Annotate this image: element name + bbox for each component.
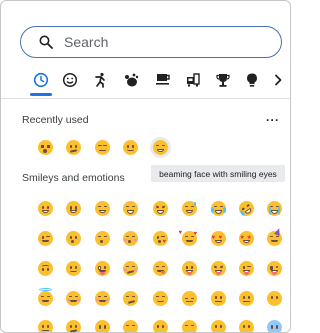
- emoji-beaming-face[interactable]: [121, 199, 139, 217]
- more-options-button[interactable]: ···: [266, 113, 280, 127]
- emoji-confused-face[interactable]: [64, 138, 82, 156]
- emoji-zany-face-2[interactable]: [265, 259, 283, 277]
- emoji-smirking-face[interactable]: [121, 289, 139, 307]
- emoji-tooltip: beaming face with smiling eyes: [151, 165, 285, 182]
- emoji-squinting-face-with-tongue[interactable]: [209, 259, 227, 277]
- emoji-neutral-face-2[interactable]: [237, 289, 255, 307]
- emoji-shushing-face[interactable]: [151, 318, 169, 332]
- emoji-face-with-tongue[interactable]: [180, 259, 198, 277]
- emoji-face-with-tears-of-joy[interactable]: [209, 199, 227, 217]
- emoji-grinning-face-with-big-eyes[interactable]: [64, 199, 82, 217]
- emoji-winking-face[interactable]: [36, 229, 54, 247]
- emoji-face-blowing-a-kiss[interactable]: ♥: [151, 229, 169, 247]
- emoji-smiling-face-with-hearts[interactable]: ♥ ♥: [179, 229, 198, 247]
- emoji-thinking-face[interactable]: [64, 318, 82, 332]
- emoji-pensive-face[interactable]: [180, 289, 198, 307]
- emoji-zany-face[interactable]: [93, 259, 111, 277]
- emoji-rolling-on-the-floor-laughing[interactable]: [235, 197, 257, 219]
- animal-icon[interactable]: [121, 70, 141, 90]
- emoji-grinning-squinting-face[interactable]: [151, 199, 169, 217]
- active-tab-indicator: [30, 93, 52, 96]
- vehicle-icon[interactable]: [183, 70, 203, 90]
- emoji-slightly-smiling-face[interactable]: [121, 138, 139, 156]
- emoji-woozy-face[interactable]: [121, 259, 139, 277]
- emoji-face-with-open-eyes-and-hand[interactable]: [93, 318, 111, 332]
- emoji-face-without-mouth[interactable]: [265, 289, 283, 307]
- emoji-face-savoring-food[interactable]: [151, 259, 169, 277]
- emoji-star-struck[interactable]: ★ ★: [237, 229, 255, 247]
- emoji-grinning-face-with-smiling-eyes[interactable]: [93, 199, 111, 217]
- chevron-right-icon[interactable]: [268, 70, 288, 90]
- emoji-smiling-face-with-smiling-eyes[interactable]: [64, 289, 82, 307]
- recently-used-title: Recently used: [22, 114, 89, 126]
- person-running-icon[interactable]: [91, 70, 111, 90]
- emoji-partying-face[interactable]: [265, 226, 283, 247]
- emoji-neutral-face[interactable]: [209, 289, 227, 307]
- emoji-zipper-mouth-face[interactable]: [237, 318, 255, 332]
- search-icon: [38, 34, 54, 50]
- emoji-kissing-face-with-smiling-eyes[interactable]: [93, 229, 111, 247]
- emoji-face-with-hand-over-mouth[interactable]: [121, 318, 139, 332]
- category-tabs: [1, 63, 290, 99]
- emoji-smiling-face-with-halo[interactable]: [36, 287, 54, 307]
- emoji-expressionless-face[interactable]: [93, 138, 111, 156]
- trophy-icon[interactable]: [213, 70, 233, 90]
- search-box[interactable]: [20, 26, 282, 58]
- smileys-and-emotions-title: Smileys and emotions: [22, 172, 125, 184]
- emoji-upside-down-face[interactable]: [36, 259, 54, 277]
- tab-divider: [1, 98, 290, 99]
- emoji-beaming-face-with-smiling-eyes[interactable]: [151, 138, 169, 156]
- lightbulb-icon[interactable]: [242, 70, 262, 90]
- emoji-winking-face-with-tongue[interactable]: [237, 259, 255, 277]
- emoji-face-screaming-in-fear[interactable]: [265, 318, 283, 332]
- emoji-picker-panel: Recently used ··· Smileys and emotions b…: [0, 0, 291, 333]
- smiley-icon[interactable]: [60, 70, 80, 90]
- emoji-kissing-face[interactable]: [64, 229, 82, 247]
- emoji-kissing-face-with-closed-eyes[interactable]: [121, 229, 139, 247]
- emoji-loudly-crying-face[interactable]: [265, 199, 283, 217]
- emoji-dizzy-face[interactable]: [36, 138, 54, 156]
- search-input[interactable]: [64, 34, 264, 50]
- coffee-icon[interactable]: [153, 70, 173, 90]
- emoji-slightly-smiling-face-2[interactable]: [64, 259, 82, 277]
- emoji-hugging-face[interactable]: [180, 318, 198, 332]
- emoji-smiling-face[interactable]: [93, 289, 111, 307]
- emoji-grinning-face[interactable]: [36, 199, 54, 217]
- clock-icon[interactable]: [31, 70, 51, 90]
- emoji-face-with-peeking-eye[interactable]: [209, 318, 227, 332]
- emoji-relieved-face[interactable]: [151, 289, 169, 307]
- emoji-face-with-raised-eyebrow[interactable]: [36, 318, 54, 332]
- emoji-smiling-face-with-heart-eyes[interactable]: ♥ ♥: [209, 229, 227, 247]
- emoji-grinning-face-with-sweat[interactable]: [180, 199, 198, 217]
